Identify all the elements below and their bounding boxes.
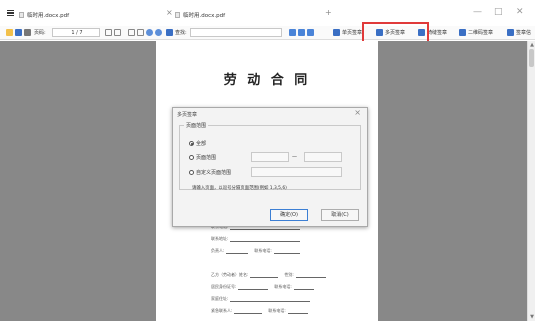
option-page-range[interactable]: 页面范围 — [189, 154, 216, 161]
page-range-group-title: 页面范围 — [184, 122, 209, 129]
dialog-title: 多页签章 — [177, 112, 198, 118]
close-icon[interactable]: ✕ — [516, 6, 524, 18]
seam-stamp-button[interactable]: 骑缝签章 — [427, 29, 447, 37]
stamp-icon[interactable] — [333, 29, 340, 36]
save-icon[interactable] — [15, 29, 22, 36]
seal-button[interactable]: 签章信 — [516, 29, 535, 37]
radio-page-range[interactable] — [189, 155, 194, 160]
radio-all[interactable] — [189, 141, 194, 146]
range-separator: — — [292, 154, 297, 160]
tab-close-icon[interactable]: × — [166, 8, 173, 18]
pdf-file-icon — [175, 12, 180, 18]
field-row: 紧急联系人: 联系电话: — [211, 308, 308, 314]
single-page-stamp-button[interactable]: 单页签章 — [342, 29, 362, 37]
print-icon[interactable] — [24, 29, 31, 36]
multi-page-stamp-dialog: 多页签章 × 页面范围 全部 页面范围 — 自定义页面范围 请输入页面，以逗号分… — [172, 107, 368, 227]
zoom-out-icon[interactable] — [155, 29, 162, 36]
search-next-icon[interactable] — [298, 29, 305, 36]
pdf-file-icon — [19, 12, 24, 18]
fit-width-icon[interactable] — [128, 29, 135, 36]
range-from-input[interactable] — [251, 152, 289, 162]
scroll-down-icon[interactable]: ▼ — [528, 314, 535, 320]
dialog-close-icon[interactable]: × — [354, 108, 361, 117]
page-label: 页码: — [34, 30, 46, 36]
tab-label: 临时用.docx.pdf — [27, 13, 70, 19]
minimize-icon[interactable]: — — [473, 6, 482, 18]
qrcode-stamp-button[interactable]: 二维码签章 — [468, 29, 493, 37]
option-custom-range[interactable]: 自定义页面范围 — [189, 169, 231, 176]
range-to-input[interactable] — [304, 152, 342, 162]
cancel-button[interactable]: 取消(C) — [321, 209, 359, 221]
vertical-scrollbar[interactable]: ▲ ▼ — [527, 41, 535, 321]
fit-page-icon[interactable] — [137, 29, 144, 36]
search-options-icon[interactable] — [307, 29, 314, 36]
tab-document-1[interactable]: 临时用.docx.pdf — [19, 10, 69, 20]
custom-range-input[interactable] — [251, 167, 342, 177]
search-label: 查找: — [175, 30, 187, 36]
ok-button[interactable]: 确定(O) — [270, 209, 308, 221]
open-folder-icon[interactable] — [6, 29, 13, 36]
field-row: 负责人: 联系电话: — [211, 248, 300, 254]
next-page-icon[interactable] — [114, 29, 121, 36]
search-icon[interactable] — [166, 29, 173, 36]
qrcode-icon[interactable] — [459, 29, 466, 36]
seal-icon[interactable] — [507, 29, 514, 36]
title-bar: 临时用.docx.pdf × 临时用.docx.pdf + — □ ✕ — [0, 0, 535, 26]
field-row: 家庭住址: — [211, 296, 311, 302]
scroll-thumb[interactable] — [529, 49, 534, 67]
scroll-up-icon[interactable]: ▲ — [528, 42, 535, 48]
option-all[interactable]: 全部 — [189, 140, 206, 147]
tab-label: 临时用.docx.pdf — [183, 13, 226, 19]
radio-custom-range[interactable] — [189, 170, 194, 175]
prev-page-icon[interactable] — [105, 29, 112, 36]
page-number-input[interactable]: 1 / 7 — [52, 28, 100, 37]
menu-icon[interactable] — [7, 10, 14, 16]
document-title: 劳 动 合 同 — [223, 73, 311, 88]
maximize-icon[interactable]: □ — [494, 6, 503, 18]
new-tab-icon[interactable]: + — [325, 8, 332, 18]
field-row: 乙方（劳动者）姓名: 性别: — [211, 272, 326, 278]
field-row: 居民身份证号: 联系电话: — [211, 284, 314, 290]
tab-document-2[interactable]: 临时用.docx.pdf — [175, 10, 225, 20]
field-row: 联系地址: — [211, 236, 301, 242]
toolbar: 页码: 1 / 7 查找: 单页签章 多页签章 骑缝签章 二维码签章 签章信 — [0, 26, 535, 40]
search-prev-icon[interactable] — [289, 29, 296, 36]
zoom-in-icon[interactable] — [146, 29, 153, 36]
search-input[interactable] — [190, 28, 282, 37]
custom-range-hint: 请输入页面，以逗号分隔页面范围(例如 1,3,5,6) — [192, 186, 287, 191]
